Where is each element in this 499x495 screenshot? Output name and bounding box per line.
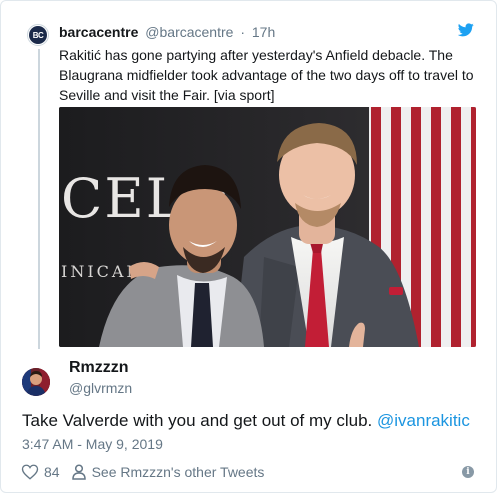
thread-line [38, 49, 40, 349]
tweet-embed-card: BC barcacentre @barcacentre · 17h Rakiti… [0, 0, 497, 493]
quoted-author-handle[interactable]: @barcacentre [145, 24, 233, 40]
tweet-actions: 84 See Rmzzzn's other Tweets [21, 462, 264, 482]
photo-illustration: CELÓ INICAN [59, 107, 476, 347]
quoted-timestamp[interactable]: 17h [252, 24, 275, 40]
mention-link[interactable]: @ivanrakitic [377, 411, 470, 430]
reply-author-handle[interactable]: @glvrmzn [69, 380, 132, 396]
reply-author-name[interactable]: Rmzzzn [69, 359, 129, 377]
reply-timestamp[interactable]: 3:47 AM - May 9, 2019 [22, 436, 163, 452]
person-icon[interactable] [71, 464, 86, 480]
tweet-photo[interactable]: CELÓ INICAN [59, 107, 476, 347]
barcacentre-logo-icon: BC [29, 26, 47, 44]
info-icon[interactable]: i [462, 466, 474, 478]
reply-avatar-image [22, 368, 50, 396]
twitter-bird-icon[interactable] [458, 23, 474, 37]
reply-tweet-text: Take Valverde with you and get out of my… [22, 411, 470, 431]
reply-text-body: Take Valverde with you and get out of my… [22, 411, 377, 430]
heart-icon[interactable] [21, 463, 39, 481]
quoted-tweet-text: Rakitić has gone partying after yesterda… [59, 47, 474, 103]
quoted-author-name[interactable]: barcacentre [59, 24, 138, 40]
quoted-header: barcacentre @barcacentre · 17h [59, 24, 275, 40]
other-tweets-link[interactable]: See Rmzzzn's other Tweets [92, 464, 265, 480]
quoted-avatar[interactable]: BC [27, 24, 49, 46]
like-count[interactable]: 84 [44, 464, 60, 480]
reply-avatar[interactable] [22, 368, 50, 396]
header-separator: · [240, 24, 245, 40]
